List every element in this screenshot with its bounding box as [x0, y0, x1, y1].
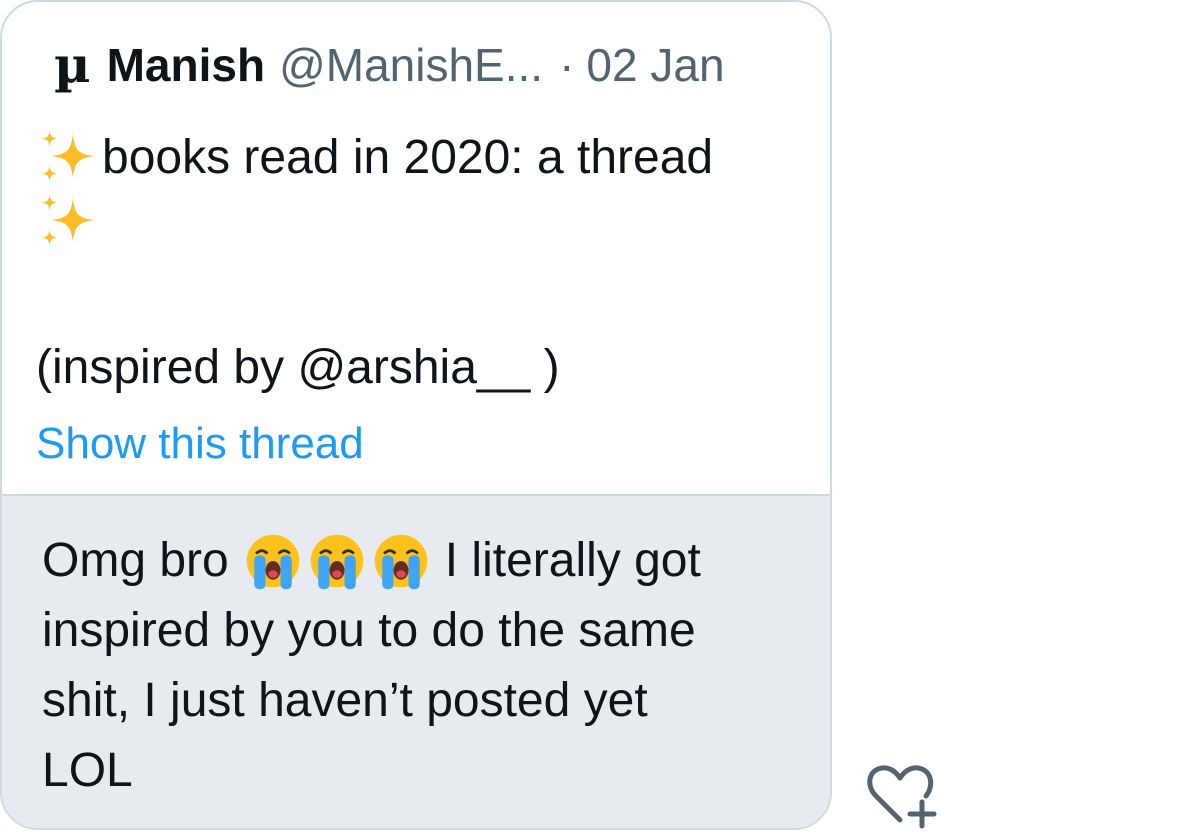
header-separator: ·	[559, 39, 575, 91]
reply-text-line: inspired by you to do the same	[42, 604, 696, 657]
sparkles-emoji-icon	[41, 194, 95, 246]
reply-text-line: LOL	[42, 744, 133, 797]
show-thread-link[interactable]: Show this thread	[36, 414, 364, 474]
reply-message: Omg bro I literally got inspired by you …	[2, 496, 830, 828]
message-bubble: µ Manish @ManishE... · 02 Jan books read…	[0, 0, 832, 830]
reply-text-prefix: Omg bro	[42, 534, 229, 587]
tweet-date: 02 Jan	[586, 39, 725, 91]
reply-text: Omg bro I literally got inspired by you …	[42, 526, 802, 806]
tweet-text-line: books read in 2020: a thread	[102, 131, 714, 184]
sparkles-emoji-icon	[41, 130, 95, 182]
quoted-tweet-card[interactable]: µ Manish @ManishE... · 02 Jan books read…	[2, 2, 830, 496]
tweet-header: µ Manish @ManishE... · 02 Jan	[54, 30, 725, 100]
heart-plus-icon	[867, 765, 937, 829]
react-heart-button[interactable]	[860, 758, 942, 830]
reply-text-line: I literally got	[444, 534, 701, 587]
loudly-crying-face-icon	[246, 534, 299, 590]
emoji-group	[243, 531, 435, 591]
author-name: Manish	[106, 39, 266, 91]
tweet-text-inspired: (inspired by @arshia__ )	[36, 341, 560, 394]
tweet-text: books read in 2020: a thread	[36, 126, 806, 254]
loudly-crying-face-icon	[374, 534, 427, 590]
reply-text-line: shit, I just haven’t posted yet	[42, 674, 648, 727]
loudly-crying-face-icon	[310, 534, 363, 590]
author-handle: @ManishE...	[279, 39, 544, 91]
author-avatar-glyph: µ	[54, 35, 91, 94]
